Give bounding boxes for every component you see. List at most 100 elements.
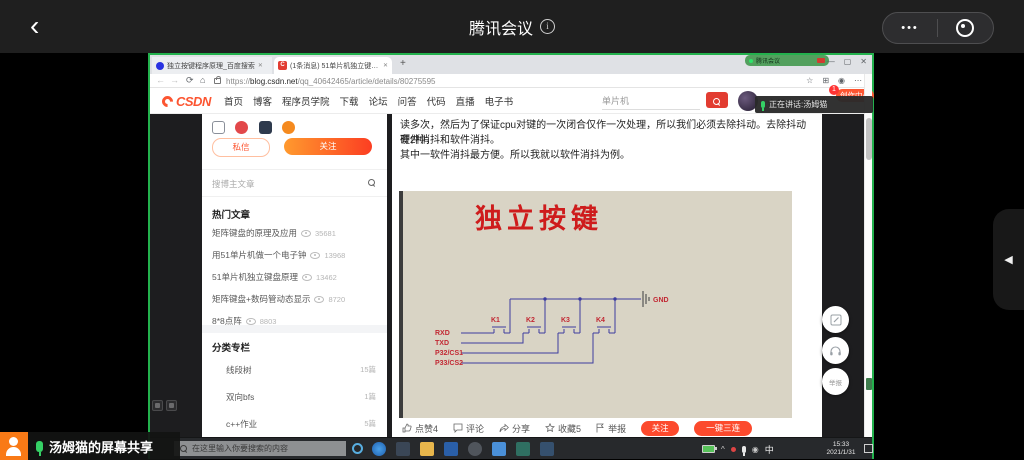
category-item[interactable]: c++作业5篇 xyxy=(226,418,376,430)
ime-indicator[interactable]: 中 xyxy=(765,443,774,456)
blog-search-placeholder: 搜博主文章 xyxy=(212,178,255,190)
cortana-icon[interactable] xyxy=(352,443,363,454)
nav-item-live[interactable]: 直播 xyxy=(456,94,475,108)
tray-network-icon[interactable]: ◉ xyxy=(752,445,759,454)
taskbar-search-box[interactable]: 在这里输入你要搜索的内容 xyxy=(174,441,346,456)
taskbar-folder-icon[interactable] xyxy=(420,442,434,456)
baidu-favicon xyxy=(156,62,164,70)
category-item[interactable]: 线段树15篇 xyxy=(226,364,376,376)
browser-tab-2-active[interactable]: C (1条消息) 51单片机独立键盘原... ✕ xyxy=(274,57,392,74)
key-label: K4 xyxy=(596,317,605,324)
chevron-left-icon: ◀ xyxy=(1004,253,1012,266)
close-tab-icon[interactable]: ✕ xyxy=(258,62,263,69)
pin-label: RXD xyxy=(435,330,450,337)
nav-item-ebook[interactable]: 电子书 xyxy=(485,94,514,108)
nav-item-qa[interactable]: 问答 xyxy=(398,94,417,108)
browser-urlbar: ← → ⟳ ⌂ https://blog.csdn.net/qq_4064246… xyxy=(150,74,872,88)
tray-mic-icon[interactable] xyxy=(742,446,746,453)
triple-action-button[interactable]: 一键三连 xyxy=(694,421,752,436)
taskbar-clock[interactable]: 15:33 2021/1/31 xyxy=(822,441,860,457)
taskbar-app-icon[interactable] xyxy=(396,442,410,456)
scrollbar-thumb[interactable] xyxy=(866,118,872,160)
blog-search-box[interactable]: 搜博主文章 xyxy=(202,169,387,197)
overlay-mic-icon xyxy=(166,400,177,411)
category-item[interactable]: 双向bfs1篇 xyxy=(226,391,376,403)
headset-icon xyxy=(829,345,842,357)
collect-button[interactable]: 收藏5 xyxy=(545,422,581,435)
taskbar-app-icon[interactable] xyxy=(516,442,530,456)
browser-tab-1[interactable]: 独立按键程序原理_百度搜索 ✕ xyxy=(152,57,272,74)
taskbar-app-icon[interactable] xyxy=(444,442,458,456)
battery-icon[interactable] xyxy=(702,445,715,453)
hot-article-item[interactable]: 矩阵键盘的原理及应用35681 xyxy=(212,226,380,240)
home-icon[interactable]: ⌂ xyxy=(200,75,205,85)
follow-pill-button[interactable]: 关注 xyxy=(641,421,679,436)
close-window-button[interactable]: ✕ xyxy=(860,57,867,66)
key-label: K2 xyxy=(526,317,535,324)
tab-label: (1条消息) 51单片机独立键盘原... xyxy=(290,61,380,71)
action-center-icon[interactable] xyxy=(864,444,873,453)
close-tab-icon[interactable]: ✕ xyxy=(383,62,388,69)
comment-button[interactable]: 评论 xyxy=(453,422,484,435)
more-button[interactable]: ••• xyxy=(883,13,937,43)
taskbar-app-icon[interactable] xyxy=(492,442,506,456)
share-button[interactable]: 分享 xyxy=(499,422,530,435)
collections-icon[interactable]: ⊞ xyxy=(822,76,829,85)
reload-icon[interactable]: ⟳ xyxy=(186,75,194,86)
nav-item-academy[interactable]: 程序员学院 xyxy=(282,94,330,108)
lock-icon xyxy=(214,78,221,84)
browser-menu-icon[interactable]: ⋯ xyxy=(854,76,862,85)
browser-back-icon[interactable]: ← xyxy=(156,75,165,85)
share-banner-label: 汤姆猫的屏幕共享 xyxy=(49,437,153,456)
urlbar-actions: ☆ ⊞ ◉ ⋯ xyxy=(806,76,862,85)
site-search-input[interactable]: 单片机 xyxy=(602,94,700,110)
search-icon xyxy=(368,179,375,186)
minimize-button[interactable]: — xyxy=(827,57,835,66)
report-button[interactable]: 举报 xyxy=(596,422,626,435)
nav-item-home[interactable]: 首页 xyxy=(224,94,243,108)
pin-label: P32/CS1 xyxy=(435,350,463,357)
taskbar-edge-icon[interactable] xyxy=(372,442,386,456)
overlay-camera-icon xyxy=(152,400,163,411)
end-share-icon[interactable] xyxy=(817,58,825,63)
pencil-square-icon xyxy=(830,314,842,326)
scrollbar-marker xyxy=(866,378,872,390)
close-capsule-button[interactable] xyxy=(938,13,992,43)
panel-collapse-handle[interactable]: ◀ xyxy=(993,209,1024,310)
nav-item-code[interactable]: 代码 xyxy=(427,94,446,108)
info-icon[interactable]: i xyxy=(540,19,555,34)
new-tab-button[interactable]: + xyxy=(400,58,406,69)
flag-icon xyxy=(596,423,605,433)
meeting-share-pill[interactable]: 腾讯会议 xyxy=(745,55,829,66)
tray-expand-icon[interactable]: ^ xyxy=(721,445,725,454)
page-scrollbar[interactable] xyxy=(864,74,872,437)
hot-article-item[interactable]: 用51单片机做一个电子钟13968 xyxy=(212,248,380,262)
nav-item-blog[interactable]: 博客 xyxy=(253,94,272,108)
csdn-brand: CSDN xyxy=(176,94,211,109)
taskbar-clock-icon[interactable] xyxy=(468,442,482,456)
csdn-logo-icon xyxy=(160,94,176,110)
follow-author-button[interactable]: 关注 xyxy=(284,138,372,155)
nav-item-forum[interactable]: 论坛 xyxy=(369,94,388,108)
views-icon xyxy=(310,252,320,259)
share-pill-label: 腾讯会议 xyxy=(756,56,780,65)
message-button[interactable]: 私信 xyxy=(212,138,270,157)
annotation-button[interactable] xyxy=(822,306,849,333)
address-field[interactable]: https://blog.csdn.net/qq_40642465/articl… xyxy=(226,77,436,86)
customer-service-button[interactable] xyxy=(822,337,849,364)
report-float-button[interactable]: 举报 xyxy=(822,368,849,395)
article-action-bar: 点赞4 评论 分享 收藏5 举报 关注 xyxy=(402,420,812,436)
csdn-logo[interactable]: CSDN xyxy=(162,94,211,109)
section-divider xyxy=(202,325,387,333)
taskbar-app-icon[interactable] xyxy=(540,442,554,456)
browser-forward-icon[interactable]: → xyxy=(170,75,179,85)
favorite-star-icon[interactable]: ☆ xyxy=(806,76,813,85)
like-button[interactable]: 点赞4 xyxy=(402,422,438,435)
hot-article-item[interactable]: 矩阵键盘+数码管动态显示8720 xyxy=(212,292,380,306)
site-search-button[interactable] xyxy=(706,92,728,108)
hot-article-item[interactable]: 51单片机独立键盘原理13462 xyxy=(212,270,380,284)
views-icon xyxy=(302,274,312,281)
profile-icon[interactable]: ◉ xyxy=(838,76,845,85)
nav-item-download[interactable]: 下载 xyxy=(340,94,359,108)
maximize-button[interactable]: ▢ xyxy=(844,57,852,66)
